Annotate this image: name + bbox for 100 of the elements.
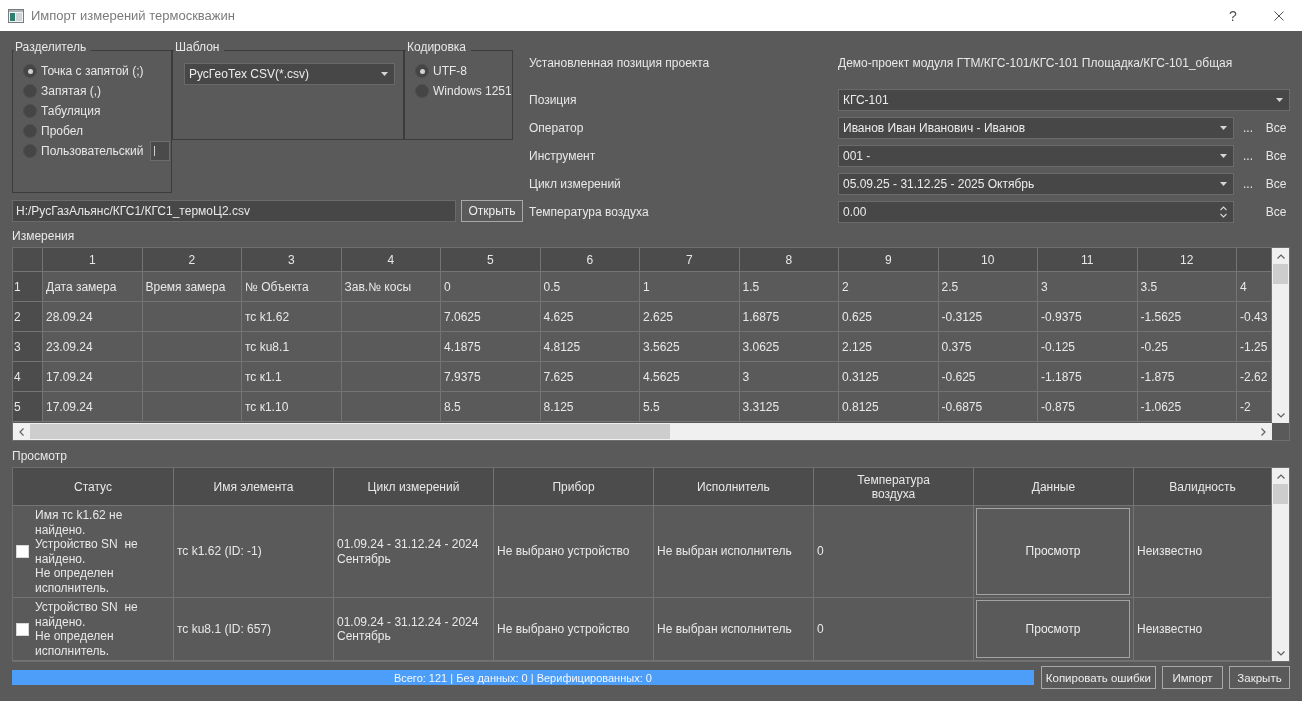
scrollbar-thumb[interactable] (1273, 484, 1288, 504)
more-button[interactable]: ... (1234, 173, 1262, 195)
dropdown-arrow-icon[interactable] (1276, 98, 1283, 102)
scrollbar-thumb[interactable] (1273, 264, 1288, 284)
radio-label[interactable]: Запятая (,) (41, 84, 102, 98)
table-cell: тс ku8.1 (242, 332, 342, 362)
table-cell: 7.625 (540, 362, 640, 392)
table-cell: 4.8125 (540, 332, 640, 362)
chevron-right-icon[interactable] (1261, 427, 1266, 436)
table-cell: -0.3125 (938, 302, 1038, 332)
close-icon[interactable] (1274, 10, 1284, 21)
table-cell: -0.125 (1038, 332, 1138, 362)
column-header: Данные (974, 468, 1134, 506)
row-header[interactable]: 5 (13, 392, 43, 422)
view-button[interactable]: Просмотр (976, 600, 1130, 658)
column-header[interactable]: 6 (540, 248, 640, 272)
row-header[interactable]: 4 (13, 362, 43, 392)
table-cell: 8.125 (540, 392, 640, 422)
radio-label[interactable]: Windows 1251 (433, 84, 512, 98)
column-header[interactable]: 8 (739, 248, 839, 272)
group-title: Кодировка (406, 40, 467, 56)
dropdown-arrow-icon[interactable] (381, 72, 388, 76)
chevron-up-icon[interactable] (1276, 253, 1285, 259)
table-cell: -0.625 (938, 362, 1038, 392)
more-button[interactable]: ... (1234, 145, 1262, 167)
table-cell: тс к1.10 (242, 392, 342, 422)
table-cell: 2 (839, 272, 939, 302)
section-title: Просмотр (12, 449, 67, 463)
status-text: Имя тс k1.62 не найдено. Устройство SN не найдено. Не определен исполнитель. (35, 508, 139, 595)
column-header[interactable]: 12 (1137, 248, 1237, 272)
column-header[interactable]: 7 (640, 248, 740, 272)
horizontal-scrollbar[interactable] (13, 423, 1272, 440)
table-cell: 7.9375 (441, 362, 541, 392)
column-header[interactable]: 11 (1038, 248, 1138, 272)
action-button[interactable]: Импорт (1162, 666, 1223, 689)
action-button[interactable]: Копировать ошибки (1040, 666, 1156, 689)
input-field[interactable] (149, 141, 170, 161)
vertical-scrollbar[interactable] (1272, 468, 1289, 661)
radio-label[interactable]: Табуляция (41, 104, 101, 118)
table-cell: 4.1875 (441, 332, 541, 362)
dropdown[interactable]: КГС-101 (838, 89, 1290, 111)
column-header[interactable]: 9 (839, 248, 939, 272)
table-cell: 5.5 (640, 392, 740, 422)
radio-label[interactable]: Пользовательский (41, 144, 144, 158)
dropdown[interactable]: Иванов Иван Иванович - Иванов (838, 117, 1234, 139)
column-header[interactable]: 3 (242, 248, 342, 272)
all-button[interactable]: Все (1262, 117, 1290, 139)
open-button[interactable]: Открыть (461, 200, 523, 222)
row-header[interactable]: 1 (13, 272, 43, 302)
column-header[interactable]: 10 (938, 248, 1038, 272)
row-header[interactable]: 3 (13, 332, 43, 362)
number-field[interactable]: 0.00 (838, 201, 1234, 223)
row-header[interactable]: 2 (13, 302, 43, 332)
table-cell: тс k1.62 (ID: -1) (174, 506, 334, 598)
checkbox[interactable] (16, 545, 29, 558)
column-header[interactable]: 5 (441, 248, 541, 272)
help-button[interactable]: ? (1210, 0, 1256, 31)
project-path-text: Демо-проект модуля ГТМ/КГС-101/КГС-101 Площадка/КГС-101_общая (838, 56, 1234, 70)
window-title: Импорт измерений термоскважин (31, 8, 236, 23)
radio-label[interactable]: Точка с запятой (;) (41, 64, 144, 78)
chevron-down-icon[interactable] (1276, 650, 1285, 656)
all-button[interactable]: Все (1262, 145, 1290, 167)
all-button[interactable]: Все (1262, 201, 1290, 223)
table-cell: 7.0625 (441, 302, 541, 332)
file-path-field[interactable]: H:/РусГазАльянс/КГС1/КГС1_термоЦ2.csv (12, 200, 456, 222)
radio-label[interactable]: Пробел (41, 124, 83, 138)
column-header[interactable]: 1 (43, 248, 143, 272)
table-cell: 17.09.24 (43, 362, 143, 392)
checkbox[interactable] (16, 622, 29, 636)
radio-label[interactable]: UTF-8 (433, 64, 467, 78)
view-button[interactable]: Просмотр (976, 508, 1130, 595)
action-button[interactable]: Закрыть (1229, 666, 1290, 689)
table-cell: Не выбран исполнитель (654, 598, 814, 661)
dropdown[interactable]: 001 - (838, 145, 1234, 167)
chevron-down-icon[interactable] (1276, 412, 1285, 418)
dropdown[interactable]: 05.09.25 - 31.12.25 - 2025 Октябрь (838, 173, 1234, 195)
table-cell: 28.09.24 (43, 302, 143, 332)
dropdown-arrow-icon[interactable] (1220, 182, 1227, 186)
radio-button[interactable] (23, 64, 37, 78)
chevron-left-icon[interactable] (19, 427, 24, 436)
vertical-scrollbar[interactable] (1272, 248, 1289, 423)
table-cell: -1.1875 (1038, 362, 1138, 392)
column-header: Имя элемента (174, 468, 334, 506)
column-header[interactable]: 2 (142, 248, 242, 272)
column-header[interactable]: 4 (341, 248, 441, 272)
dropdown[interactable]: РусГеоТех CSV(*.csv) (184, 63, 395, 85)
spin-arrows-icon[interactable] (1220, 205, 1227, 219)
group-title: Разделитель (14, 40, 88, 56)
radio-button[interactable] (415, 64, 429, 78)
table-cell: 3.5625 (640, 332, 740, 362)
table-cell: 0 (814, 506, 974, 598)
table-cell: 17.09.24 (43, 392, 143, 422)
scrollbar-thumb[interactable] (30, 424, 670, 439)
dropdown-arrow-icon[interactable] (1220, 154, 1227, 158)
more-button[interactable]: ... (1234, 117, 1262, 139)
chevron-up-icon[interactable] (1276, 473, 1285, 479)
table-cell: тс ku8.1 (ID: 657) (174, 598, 334, 661)
table-cell: 1.6875 (739, 302, 839, 332)
dropdown-arrow-icon[interactable] (1220, 126, 1227, 130)
all-button[interactable]: Все (1262, 173, 1290, 195)
